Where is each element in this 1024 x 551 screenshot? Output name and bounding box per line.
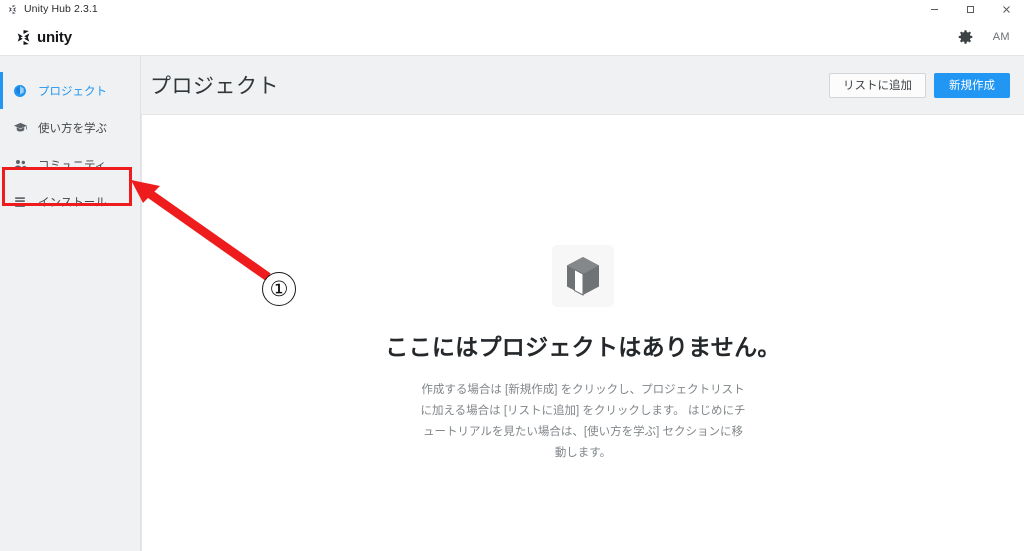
page-title: プロジェクト	[150, 75, 279, 98]
window-title-bar: Unity Hub 2.3.1	[0, 0, 1024, 19]
add-to-list-button[interactable]: リストに追加	[829, 72, 926, 98]
minimize-icon[interactable]	[916, 0, 952, 19]
sidebar-item-label: インストール	[38, 196, 107, 209]
brand-bar: unity AM	[0, 19, 1024, 56]
brand-wordmark: unity	[37, 28, 72, 46]
project-list-panel: ここにはプロジェクトはありません。 作成する場合は [新規作成] をクリックし、…	[141, 114, 1024, 551]
main-header: プロジェクト リストに追加 新規作成	[141, 56, 1024, 114]
sidebar-item-label: プロジェクト	[38, 85, 107, 98]
sidebar-item-installs[interactable]: インストール	[0, 183, 140, 220]
unity-cube-icon	[7, 4, 18, 15]
projects-cube-icon	[12, 83, 28, 99]
sidebar-item-projects[interactable]: プロジェクト	[0, 72, 140, 109]
new-project-button[interactable]: 新規作成	[934, 72, 1010, 98]
sidebar-item-label: コミュニティ	[38, 159, 107, 172]
sidebar-item-label: 使い方を学ぶ	[38, 122, 107, 135]
sidebar-top-spacer	[0, 56, 140, 72]
sidebar-item-learn[interactable]: 使い方を学ぶ	[0, 109, 140, 146]
avatar[interactable]: AM	[993, 31, 1010, 43]
cube-3d-icon	[552, 245, 614, 307]
empty-state-title: ここにはプロジェクトはありません。	[385, 334, 781, 360]
maximize-icon[interactable]	[952, 0, 988, 19]
gear-icon[interactable]	[953, 24, 979, 50]
list-icon	[12, 194, 28, 210]
unity-logo-icon: unity	[14, 28, 72, 47]
people-icon	[12, 157, 28, 173]
unity-hub-window: Unity Hub 2.3.1 unity AM プロジェクト 使い方を学ぶ コ…	[0, 0, 1024, 551]
graduation-cap-icon	[12, 120, 28, 136]
annotation-step-number: ①	[262, 272, 296, 306]
sidebar-item-community[interactable]: コミュニティ	[0, 146, 140, 183]
close-icon[interactable]	[988, 0, 1024, 19]
window-title: Unity Hub 2.3.1	[24, 3, 98, 15]
sidebar: プロジェクト 使い方を学ぶ コミュニティ インストール	[0, 56, 141, 551]
empty-state-description: 作成する場合は [新規作成] をクリックし、プロジェクトリストに加える場合は […	[420, 384, 746, 459]
